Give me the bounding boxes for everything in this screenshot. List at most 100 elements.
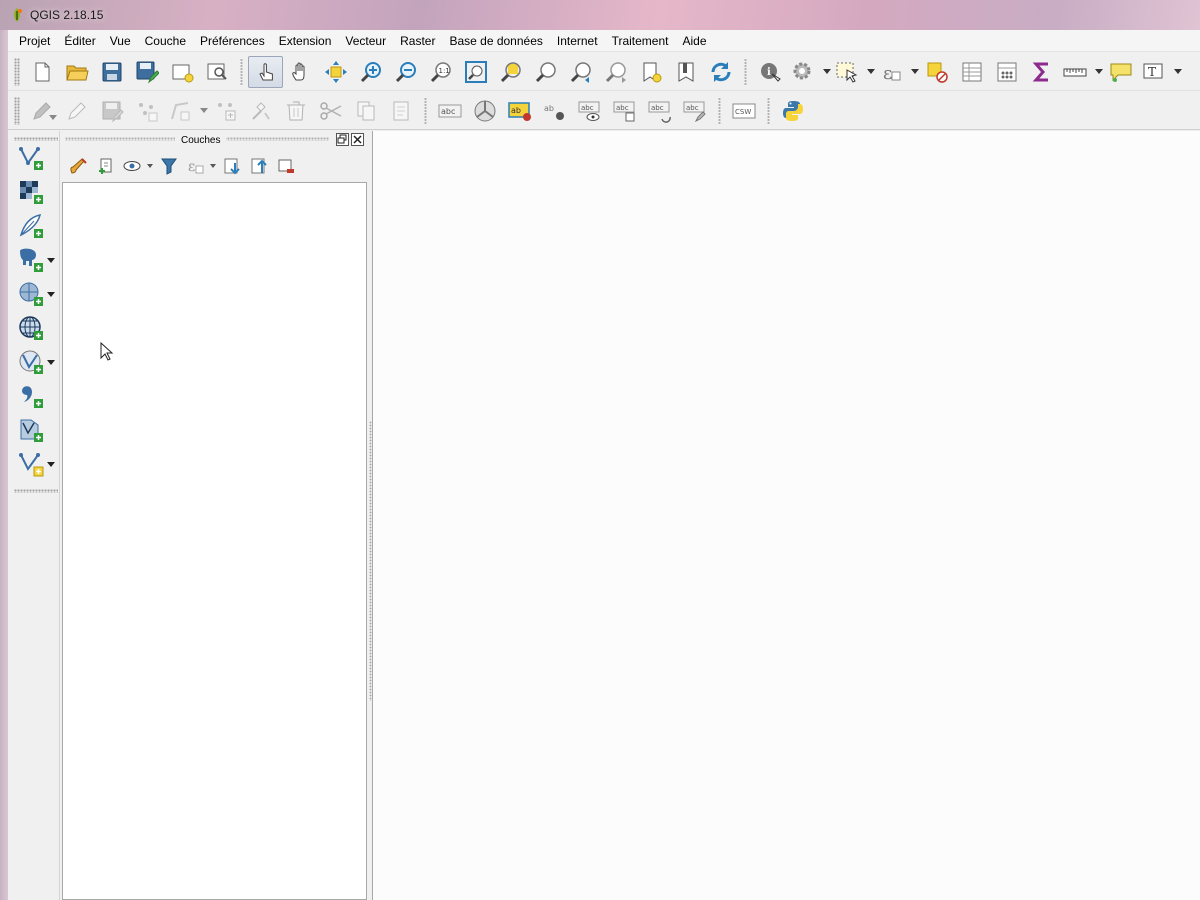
save-layer-edits-button[interactable]: [94, 95, 129, 127]
manage-visibility-button[interactable]: [119, 153, 155, 179]
select-by-expression-button[interactable]: ε: [875, 56, 919, 88]
add-virtual-layer-button[interactable]: [14, 415, 48, 445]
zoom-next-button[interactable]: [598, 56, 633, 88]
add-wfs-layer-button[interactable]: [14, 347, 48, 377]
zoom-native-button[interactable]: 1:1: [423, 56, 458, 88]
menu-aide[interactable]: Aide: [675, 31, 713, 51]
pan-map-button[interactable]: [283, 56, 318, 88]
toolbar-grip[interactable]: [14, 57, 20, 86]
measure-line-button[interactable]: [1059, 56, 1103, 88]
zoom-in-button[interactable]: [353, 56, 388, 88]
add-feature-button[interactable]: [129, 95, 164, 127]
chevron-down-icon[interactable]: [47, 462, 55, 467]
csw-button[interactable]: CSW: [726, 95, 761, 127]
new-project-button[interactable]: [24, 56, 59, 88]
filter-legend-button[interactable]: [155, 153, 182, 179]
node-tool-button[interactable]: [243, 95, 278, 127]
cut-features-button[interactable]: [313, 95, 348, 127]
show-hide-labels-button[interactable]: abc: [572, 95, 607, 127]
save-project-button[interactable]: [94, 56, 129, 88]
menu-preferences[interactable]: Préférences: [193, 31, 272, 51]
add-delimited-text-button[interactable]: [14, 211, 48, 241]
add-wcs-layer-button[interactable]: [14, 381, 48, 411]
svg-text:ε: ε: [188, 159, 195, 175]
run-action-button[interactable]: [787, 56, 831, 88]
rotate-label-button[interactable]: abc: [642, 95, 677, 127]
current-edits-button[interactable]: [24, 95, 59, 127]
label-options-button[interactable]: ab: [502, 95, 537, 127]
style-manager-button[interactable]: [65, 153, 92, 179]
menu-raster[interactable]: Raster: [393, 31, 442, 51]
add-spatialite-layer-button[interactable]: [14, 279, 48, 309]
add-wms-layer-button[interactable]: [14, 313, 48, 343]
menu-projet[interactable]: Projet: [12, 31, 57, 51]
menu-editer[interactable]: Éditer: [57, 31, 102, 51]
zoom-to-layer-button[interactable]: [528, 56, 563, 88]
select-features-button[interactable]: [831, 56, 875, 88]
vertex-tool-button[interactable]: [164, 95, 208, 127]
expand-all-button[interactable]: [218, 153, 245, 179]
chevron-down-icon[interactable]: [47, 292, 55, 297]
show-bookmarks-button[interactable]: [668, 56, 703, 88]
text-annotation-button[interactable]: T: [1138, 56, 1182, 88]
spatialite-icon: [19, 282, 43, 306]
menu-internet[interactable]: Internet: [550, 31, 605, 51]
move-label-button[interactable]: abc: [607, 95, 642, 127]
add-postgis-layer-button[interactable]: [14, 245, 48, 275]
collapse-all-button[interactable]: [245, 153, 272, 179]
zoom-last-button[interactable]: [563, 56, 598, 88]
toolbar-grip[interactable]: [14, 137, 58, 141]
identify-features-button[interactable]: i: [752, 56, 787, 88]
delete-selected-button[interactable]: [278, 95, 313, 127]
new-bookmark-button[interactable]: [633, 56, 668, 88]
ruler-icon: [1063, 68, 1087, 76]
float-panel-button[interactable]: [336, 133, 349, 146]
zoom-out-button[interactable]: [388, 56, 423, 88]
menu-base-de-donnees[interactable]: Base de données: [442, 31, 549, 51]
paste-features-button[interactable]: [383, 95, 418, 127]
new-print-composer-button[interactable]: [164, 56, 199, 88]
attribute-table-button[interactable]: [954, 56, 989, 88]
new-layer-button[interactable]: [14, 449, 48, 479]
zoom-in-icon: [360, 61, 381, 82]
python-console-button[interactable]: [775, 95, 810, 127]
menu-traitement[interactable]: Traitement: [605, 31, 676, 51]
add-vector-layer-button[interactable]: [14, 143, 48, 173]
map-tips-button[interactable]: [1103, 56, 1138, 88]
menu-vecteur[interactable]: Vecteur: [338, 31, 393, 51]
field-calculator-button[interactable]: [989, 56, 1024, 88]
pan-to-selection-button[interactable]: [318, 56, 353, 88]
filter-by-expression-button[interactable]: ε: [182, 153, 218, 179]
copy-features-button[interactable]: [348, 95, 383, 127]
chevron-down-icon: [200, 107, 208, 113]
chevron-down-icon[interactable]: [47, 360, 55, 365]
map-canvas[interactable]: [372, 131, 1200, 900]
diagram-options-button[interactable]: [467, 95, 502, 127]
composer-manager-button[interactable]: [199, 56, 234, 88]
add-raster-layer-button[interactable]: [14, 177, 48, 207]
chevron-down-icon[interactable]: [47, 258, 55, 263]
menu-vue[interactable]: Vue: [103, 31, 138, 51]
move-feature-button[interactable]: [208, 95, 243, 127]
toolbar-grip[interactable]: [14, 96, 20, 125]
toolbar-grip[interactable]: [14, 489, 58, 493]
toggle-editing-button[interactable]: [59, 95, 94, 127]
pin-labels-button[interactable]: ab: [537, 95, 572, 127]
change-label-button[interactable]: abc: [677, 95, 712, 127]
close-panel-button[interactable]: [351, 133, 364, 146]
menu-extension[interactable]: Extension: [272, 31, 339, 51]
statistical-summary-button[interactable]: [1024, 56, 1059, 88]
menu-couche[interactable]: Couche: [138, 31, 193, 51]
deselect-all-button[interactable]: [919, 56, 954, 88]
save-as-button[interactable]: [129, 56, 164, 88]
refresh-button[interactable]: [703, 56, 738, 88]
layer-labeling-button[interactable]: abc: [432, 95, 467, 127]
layer-tree[interactable]: [62, 182, 367, 900]
zoom-full-button[interactable]: [458, 56, 493, 88]
remove-layer-button[interactable]: [272, 153, 299, 179]
open-project-button[interactable]: [59, 56, 94, 88]
touch-zoom-pan-button[interactable]: [248, 55, 283, 88]
layers-panel-titlebar[interactable]: Couches: [61, 131, 369, 149]
zoom-to-selection-button[interactable]: [493, 56, 528, 88]
add-group-button[interactable]: [92, 153, 119, 179]
